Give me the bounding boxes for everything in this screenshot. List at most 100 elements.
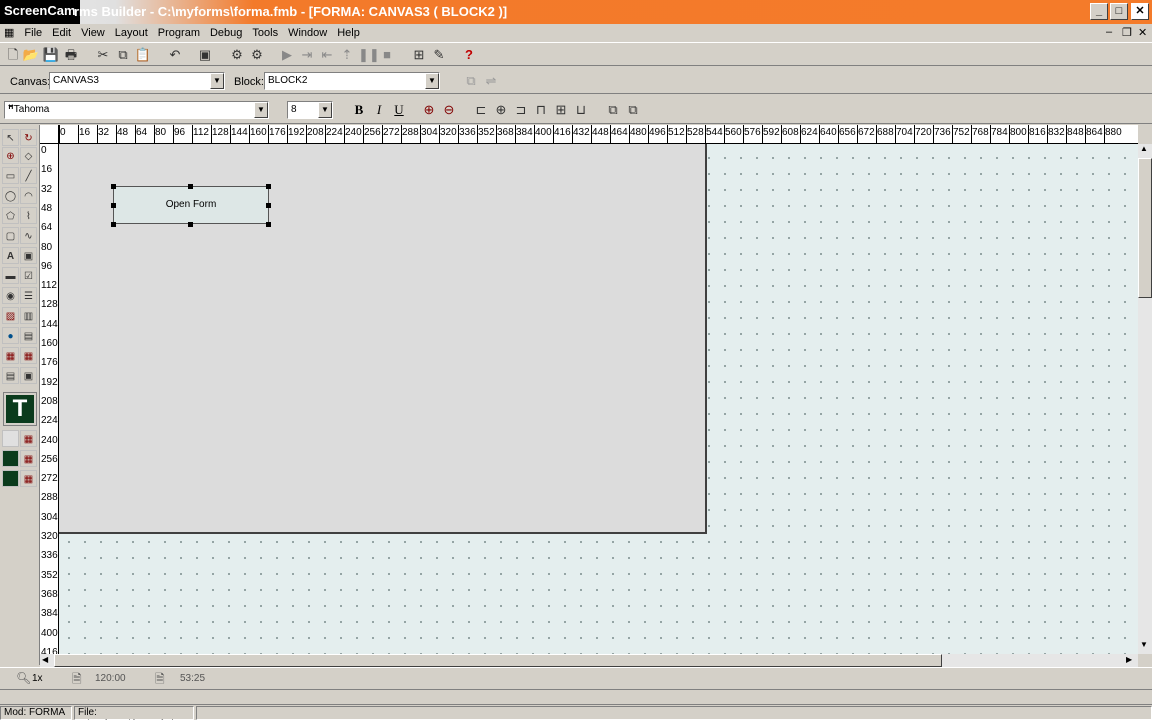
save-icon[interactable]: 💾 bbox=[42, 46, 60, 64]
radio-button-icon[interactable]: ◉ bbox=[2, 287, 19, 304]
resize-handle-se[interactable] bbox=[266, 222, 271, 227]
send-to-back-icon[interactable]: ⧉ bbox=[624, 101, 642, 119]
text-color-swatch[interactable] bbox=[2, 470, 19, 487]
line-color-swatch[interactable] bbox=[2, 450, 19, 467]
menu-help[interactable]: Help bbox=[332, 25, 365, 41]
scroll-left-icon[interactable]: ◀ bbox=[42, 655, 48, 664]
font-size-select[interactable]: 8 ▼ bbox=[287, 101, 333, 119]
horizontal-scroll-thumb[interactable] bbox=[54, 654, 942, 667]
ellipse-icon[interactable]: ◯ bbox=[2, 187, 19, 204]
rectangle-icon[interactable]: ▭ bbox=[2, 167, 19, 184]
polyline-icon[interactable]: ⌇ bbox=[20, 207, 37, 224]
chevron-down-icon[interactable]: ▼ bbox=[210, 73, 224, 89]
activex-control-icon[interactable]: ▤ bbox=[20, 327, 37, 344]
step-out-icon[interactable]: ⇡ bbox=[338, 46, 356, 64]
bold-button[interactable]: B bbox=[350, 101, 368, 119]
undo-icon[interactable]: ↶ bbox=[166, 46, 184, 64]
align-center-icon[interactable]: ⊕ bbox=[492, 101, 510, 119]
layout-editor-icon[interactable]: ⊞ bbox=[410, 46, 428, 64]
underline-button[interactable]: U bbox=[390, 101, 408, 119]
menu-edit[interactable]: Edit bbox=[47, 25, 76, 41]
check-box-icon[interactable]: ☑ bbox=[20, 267, 37, 284]
menu-debug[interactable]: Debug bbox=[205, 25, 247, 41]
text-icon[interactable]: A bbox=[2, 247, 19, 264]
menu-tools[interactable]: Tools bbox=[247, 25, 283, 41]
debug-run-icon[interactable]: ▶ bbox=[278, 46, 296, 64]
bring-to-front-icon[interactable]: ⧉ bbox=[604, 101, 622, 119]
vertical-scrollbar[interactable]: ▲ ▼ bbox=[1138, 144, 1152, 654]
italic-button[interactable]: I bbox=[370, 101, 388, 119]
align-middle-icon[interactable]: ⊞ bbox=[552, 101, 570, 119]
chevron-down-icon[interactable]: ▼ bbox=[318, 102, 332, 118]
open-form-button[interactable]: Open Form bbox=[113, 186, 269, 224]
arc-icon[interactable]: ◠ bbox=[20, 187, 37, 204]
menu-window[interactable]: Window bbox=[283, 25, 332, 41]
align-top-icon[interactable]: ⊓ bbox=[532, 101, 550, 119]
hierarchical-tree-icon[interactable]: ▣ bbox=[20, 367, 37, 384]
cut-icon[interactable]: ✂ bbox=[94, 46, 112, 64]
pl-sql-editor-icon[interactable]: ✎ bbox=[430, 46, 448, 64]
image-item-icon[interactable]: ▨ bbox=[2, 307, 19, 324]
menu-file[interactable]: File bbox=[19, 25, 47, 41]
sound-item-icon[interactable]: ▤ bbox=[2, 367, 19, 384]
resize-handle-ne[interactable] bbox=[266, 184, 271, 189]
resize-handle-s[interactable] bbox=[188, 222, 193, 227]
vertical-scroll-thumb[interactable] bbox=[1138, 158, 1152, 298]
button-tool-icon[interactable]: ▬ bbox=[2, 267, 19, 284]
compile-icon[interactable]: ⚙ bbox=[228, 46, 246, 64]
magnify-icon[interactable]: ⊕ bbox=[2, 147, 19, 164]
freehand-icon[interactable]: ∿ bbox=[20, 227, 37, 244]
reshape-icon[interactable]: ◇ bbox=[20, 147, 37, 164]
pause-icon[interactable]: ❚❚ bbox=[358, 46, 380, 64]
menu-view[interactable]: View bbox=[76, 25, 110, 41]
scroll-up-icon[interactable]: ▲ bbox=[1140, 144, 1148, 153]
frame-icon[interactable]: ▣ bbox=[20, 247, 37, 264]
stop-icon[interactable]: ■ bbox=[378, 46, 396, 64]
group-icon[interactable]: ⧉ bbox=[462, 72, 480, 90]
run-form-icon[interactable]: ▣ bbox=[196, 46, 214, 64]
ungroup-icon[interactable]: ⇌ bbox=[482, 72, 500, 90]
list-item-icon[interactable]: ▦ bbox=[20, 347, 37, 364]
menu-program[interactable]: Program bbox=[153, 25, 205, 41]
line-color-icon[interactable]: ▦ bbox=[20, 450, 37, 467]
resize-handle-n[interactable] bbox=[188, 184, 193, 189]
text-tool-big-icon[interactable]: T bbox=[3, 392, 37, 426]
align-left-icon[interactable]: ⊏ bbox=[472, 101, 490, 119]
mdi-restore-icon[interactable]: ❐ bbox=[1122, 26, 1132, 39]
resize-handle-e[interactable] bbox=[266, 203, 271, 208]
block-select[interactable]: BLOCK2 ▼ bbox=[264, 72, 440, 90]
mdi-close-icon[interactable]: ✕ bbox=[1138, 26, 1147, 39]
display-item-icon[interactable]: ▦ bbox=[2, 347, 19, 364]
mdi-minimize-icon[interactable]: – bbox=[1106, 26, 1112, 38]
rotate-icon[interactable]: ↻ bbox=[20, 129, 37, 146]
align-right-icon[interactable]: ⊐ bbox=[512, 101, 530, 119]
resize-handle-nw[interactable] bbox=[111, 184, 116, 189]
align-bottom-icon[interactable]: ⊔ bbox=[572, 101, 590, 119]
paste-icon[interactable]: 📋 bbox=[134, 46, 152, 64]
chevron-down-icon[interactable]: ▼ bbox=[254, 102, 268, 118]
open-icon[interactable]: 📂 bbox=[22, 46, 40, 64]
new-icon[interactable]: 🗋 bbox=[4, 46, 22, 64]
step-into-icon[interactable]: ⇥ bbox=[298, 46, 316, 64]
chart-item-icon[interactable]: ▥ bbox=[20, 307, 37, 324]
scroll-down-icon[interactable]: ▼ bbox=[1140, 640, 1148, 649]
select-icon[interactable]: ↖ bbox=[2, 129, 19, 146]
copy-icon[interactable]: ⧉ bbox=[114, 46, 132, 64]
ole-container-icon[interactable]: ● bbox=[2, 327, 19, 344]
maximize-button[interactable]: □ bbox=[1110, 3, 1128, 20]
scroll-right-icon[interactable]: ▶ bbox=[1126, 655, 1132, 664]
line-icon[interactable]: ╱ bbox=[20, 167, 37, 184]
text-color-icon[interactable]: ▦ bbox=[20, 470, 37, 487]
minimize-button[interactable]: _ bbox=[1090, 3, 1108, 20]
step-over-icon[interactable]: ⇤ bbox=[318, 46, 336, 64]
zoom-in-icon[interactable]: ⊕ bbox=[420, 101, 438, 119]
app-menu-icon[interactable]: ▦ bbox=[0, 24, 19, 41]
close-button[interactable]: ✕ bbox=[1131, 3, 1149, 20]
rounded-rectangle-icon[interactable]: ▢ bbox=[2, 227, 19, 244]
fill-color-icon[interactable]: ▦ bbox=[20, 430, 37, 447]
print-icon[interactable]: 🖶 bbox=[62, 46, 80, 64]
fill-color-swatch[interactable] bbox=[2, 430, 19, 447]
chevron-down-icon[interactable]: ▼ bbox=[425, 73, 439, 89]
font-select[interactable]: ꟸTahoma ▼ bbox=[4, 101, 269, 119]
menu-layout[interactable]: Layout bbox=[110, 25, 153, 41]
